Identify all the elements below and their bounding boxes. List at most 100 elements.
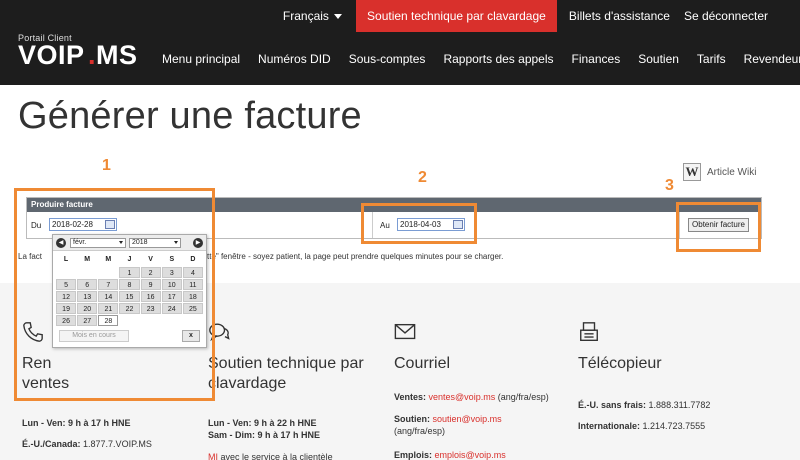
- calendar-day[interactable]: 9: [140, 279, 161, 290]
- language-selector[interactable]: Français: [269, 9, 356, 23]
- close-picker-button[interactable]: x: [182, 330, 200, 342]
- weekday-header: D: [190, 256, 196, 263]
- main-nav: Menu principal Numéros DID Sous-comptes …: [153, 52, 800, 66]
- logo-subtitle: Portail Client: [18, 33, 72, 43]
- chat-support-link[interactable]: Soutien technique par clavardage: [355, 0, 557, 32]
- logout-link[interactable]: Se déconnecter: [677, 9, 800, 23]
- support-tickets-link[interactable]: Billets d'assistance: [557, 9, 677, 23]
- date-picker-header: ◀ févr. 2018 ▶: [53, 235, 206, 251]
- sales-email-link[interactable]: ventes@voip.ms: [429, 392, 496, 402]
- calendar-empty-cell: [56, 267, 76, 278]
- calendar-day[interactable]: 24: [161, 303, 182, 314]
- chat-hours-weekday: Lun - Ven: 9 h à 22 h HNE: [208, 418, 317, 428]
- sales-label: Ventes:: [394, 392, 427, 402]
- from-date-input[interactable]: 2018-02-28: [49, 218, 117, 231]
- chevron-down-icon: [119, 241, 123, 244]
- invoice-form-panel: Produire facture Du 2018-02-28 Au 2018-0…: [26, 197, 762, 239]
- nav-support[interactable]: Soutien: [629, 52, 688, 66]
- nav-main-menu[interactable]: Menu principal: [153, 52, 249, 66]
- calendar-icon[interactable]: [453, 220, 463, 229]
- prev-month-icon[interactable]: ◀: [56, 238, 66, 248]
- to-date-input[interactable]: 2018-04-03: [397, 218, 465, 231]
- chat-note-link[interactable]: MI: [208, 452, 218, 460]
- calendar-day[interactable]: 17: [161, 291, 182, 302]
- calendar-empty-cell: [98, 267, 118, 278]
- top-links: Français Soutien technique par clavardag…: [269, 0, 800, 32]
- calendar-day[interactable]: 1: [119, 267, 140, 278]
- calendar-day[interactable]: 14: [98, 291, 119, 302]
- calendar-day[interactable]: 15: [119, 291, 140, 302]
- from-label: Du: [31, 221, 42, 230]
- chat-hours: Lun - Ven: 9 h à 22 h HNE Sam - Dim: 9 h…: [208, 417, 320, 441]
- calendar-day[interactable]: 22: [119, 303, 140, 314]
- chat-hours-weekend: Sam - Dim: 9 h à 17 h HNE: [208, 430, 321, 440]
- calendar-day[interactable]: 25: [182, 303, 203, 314]
- phone-number-label: É.-U./Canada:: [22, 439, 81, 449]
- page-title: Générer une facture: [18, 95, 362, 137]
- nav-reseller[interactable]: Revendeur: [735, 52, 800, 66]
- fax-intl-number: 1.214.723.7555: [642, 421, 706, 431]
- logo-brand: VOIP . MS: [18, 40, 137, 71]
- language-label: Français: [282, 9, 329, 23]
- calendar-day[interactable]: 3: [161, 267, 182, 278]
- calendar-day[interactable]: 16: [140, 291, 161, 302]
- date-picker-footer: Mois en cours x: [56, 330, 203, 344]
- annotation-number-1: 1: [102, 157, 111, 174]
- month-select-value: févr.: [73, 239, 87, 246]
- get-invoice-button[interactable]: Obtenir facture: [688, 218, 749, 232]
- voipms-logo-icon: VOIP . MS: [18, 40, 137, 70]
- annotation-number-3: 3: [665, 177, 674, 194]
- support-email-link[interactable]: soutien@voip.ms: [433, 414, 502, 424]
- calendar-day[interactable]: 28: [98, 315, 119, 326]
- nav-call-reports[interactable]: Rapports des appels: [434, 52, 562, 66]
- calendar-day[interactable]: 18: [182, 291, 203, 302]
- nav-subaccounts[interactable]: Sous-comptes: [340, 52, 435, 66]
- calendar-day[interactable]: 8: [119, 279, 140, 290]
- calendar-day[interactable]: 19: [56, 303, 77, 314]
- nav-rates[interactable]: Tarifs: [688, 52, 735, 66]
- calendar-icon[interactable]: [105, 220, 115, 229]
- weekday-header: S: [169, 256, 175, 263]
- wiki-label: Article Wiki: [707, 166, 757, 178]
- calendar-day[interactable]: 27: [77, 315, 98, 326]
- calendar-day[interactable]: 6: [77, 279, 98, 290]
- calendar-day[interactable]: 4: [182, 267, 203, 278]
- support-email-line: Soutien: soutien@voip.ms (ang/fra/esp): [394, 413, 502, 437]
- month-select[interactable]: févr.: [70, 238, 126, 248]
- calendar-day[interactable]: 5: [56, 279, 77, 290]
- panel-header: Produire facture: [27, 198, 761, 212]
- phone-icon: [23, 322, 43, 342]
- fax-us-number: 1.888.311.7782: [648, 400, 711, 410]
- weekday-header: J: [127, 256, 132, 263]
- date-picker-popup: ◀ févr. 2018 ▶ L M M J V S D 1 2 3 4 5 6 7 8 9 10 11 12 13 1…: [52, 234, 207, 348]
- calendar-day[interactable]: 23: [140, 303, 161, 314]
- weekday-header: M: [105, 256, 112, 263]
- calendar-day[interactable]: 7: [98, 279, 119, 290]
- email-column: Courriel: [394, 321, 450, 374]
- column-divider: [372, 212, 373, 238]
- wikipedia-icon: W: [683, 163, 701, 181]
- fax-heading: Télécopieur: [578, 355, 662, 372]
- year-select[interactable]: 2018: [129, 238, 181, 248]
- support-lang: (ang/fra/esp): [394, 426, 446, 436]
- calendar-day[interactable]: 13: [77, 291, 98, 302]
- nav-did-numbers[interactable]: Numéros DID: [249, 52, 340, 66]
- calendar-day[interactable]: 2: [140, 267, 161, 278]
- nav-finances[interactable]: Finances: [563, 52, 630, 66]
- wiki-article-link[interactable]: W Article Wiki: [683, 163, 756, 181]
- calendar-empty-cell: [77, 267, 97, 278]
- phone-number-line: É.-U./Canada: 1.877.7.VOIP.MS: [22, 438, 152, 450]
- top-header: Français Soutien technique par clavardag…: [0, 0, 800, 85]
- calendar-day[interactable]: 12: [56, 291, 77, 302]
- next-month-icon[interactable]: ▶: [193, 238, 203, 248]
- calendar-day[interactable]: 20: [77, 303, 98, 314]
- logo[interactable]: Portail Client VOIP . MS: [18, 33, 137, 71]
- calendar-day[interactable]: 11: [182, 279, 203, 290]
- support-label: Soutien:: [394, 414, 430, 424]
- annotation-number-2: 2: [418, 169, 427, 186]
- jobs-email-link[interactable]: emplois@voip.ms: [435, 450, 506, 460]
- calendar-day[interactable]: 26: [56, 315, 77, 326]
- year-select-value: 2018: [132, 239, 148, 246]
- calendar-day[interactable]: 21: [98, 303, 119, 314]
- calendar-day[interactable]: 10: [161, 279, 182, 290]
